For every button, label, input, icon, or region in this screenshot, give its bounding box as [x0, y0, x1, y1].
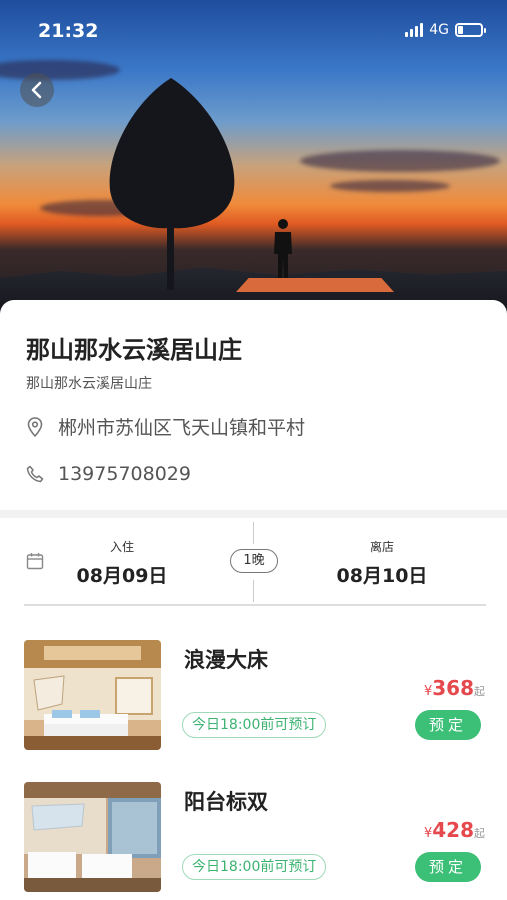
room-photo[interactable]: [24, 782, 161, 892]
viewing-platform: [236, 278, 394, 292]
signal-icon: [405, 23, 424, 37]
back-button[interactable]: [20, 73, 54, 107]
price-suffix: 起: [474, 685, 485, 698]
price-amount: 368: [432, 676, 474, 700]
book-button[interactable]: 预定: [415, 710, 481, 740]
room-card[interactable]: 浪漫大床 ¥368起 今日18:00前可预订 预定: [0, 640, 507, 760]
hotel-subtitle: 那山那水云溪居山庄: [26, 376, 152, 392]
room-price: ¥368起: [424, 676, 485, 700]
calendar-icon: [26, 552, 44, 574]
date-selector[interactable]: 入住 08月09日 1晚 离店 08月10日: [0, 518, 507, 606]
tree-silhouette: [109, 78, 235, 290]
hotel-name: 那山那水云溪居山庄: [26, 336, 242, 364]
price-suffix: 起: [474, 827, 485, 840]
currency-symbol: ¥: [423, 826, 433, 841]
hotel-info-card: 那山那水云溪居山庄 那山那水云溪居山庄 郴州市苏仙区飞天山镇和平村 139757…: [0, 300, 507, 510]
date-divider-top: [253, 522, 254, 544]
checkin-label: 入住: [109, 540, 134, 554]
availability-tag: 今日18:00前可预订: [182, 712, 327, 738]
availability-tag: 今日18:00前可预订: [182, 854, 327, 880]
date-divider-bottom: [253, 580, 254, 602]
date-bar-underline: [24, 604, 486, 606]
checkout-label: 离店: [369, 540, 394, 554]
hotel-phone: 13975708029: [58, 463, 191, 485]
price-amount: 428: [432, 818, 474, 842]
battery-icon: [455, 23, 486, 37]
currency-symbol: ¥: [423, 684, 433, 699]
section-divider: [0, 510, 507, 518]
person-silhouette: [274, 219, 292, 282]
checkin-value: 08月09日: [76, 565, 168, 587]
checkout-value: 08月10日: [336, 565, 428, 587]
status-time: 21:32: [38, 20, 99, 42]
room-card[interactable]: 阳台标双 ¥428起 今日18:00前可预订 预定: [0, 782, 507, 900]
address-row[interactable]: 郴州市苏仙区飞天山镇和平村: [26, 413, 305, 440]
location-pin-icon: [26, 416, 44, 437]
status-bar: 21:32 4G: [0, 0, 507, 56]
phone-row[interactable]: 13975708029: [26, 463, 191, 485]
room-name: 浪漫大床: [184, 648, 268, 672]
checkin-date[interactable]: 入住 08月09日: [70, 538, 174, 588]
nights-badge: 1晚: [230, 549, 278, 573]
phone-icon: [26, 464, 44, 484]
hotel-address: 郴州市苏仙区飞天山镇和平村: [58, 417, 306, 439]
network-type: 4G: [429, 22, 449, 38]
room-price: ¥428起: [424, 818, 485, 842]
chevron-left-icon: [31, 81, 42, 99]
room-photo[interactable]: [24, 640, 161, 750]
checkout-date[interactable]: 离店 08月10日: [330, 538, 434, 588]
room-name: 阳台标双: [184, 790, 268, 814]
book-button[interactable]: 预定: [415, 852, 481, 882]
